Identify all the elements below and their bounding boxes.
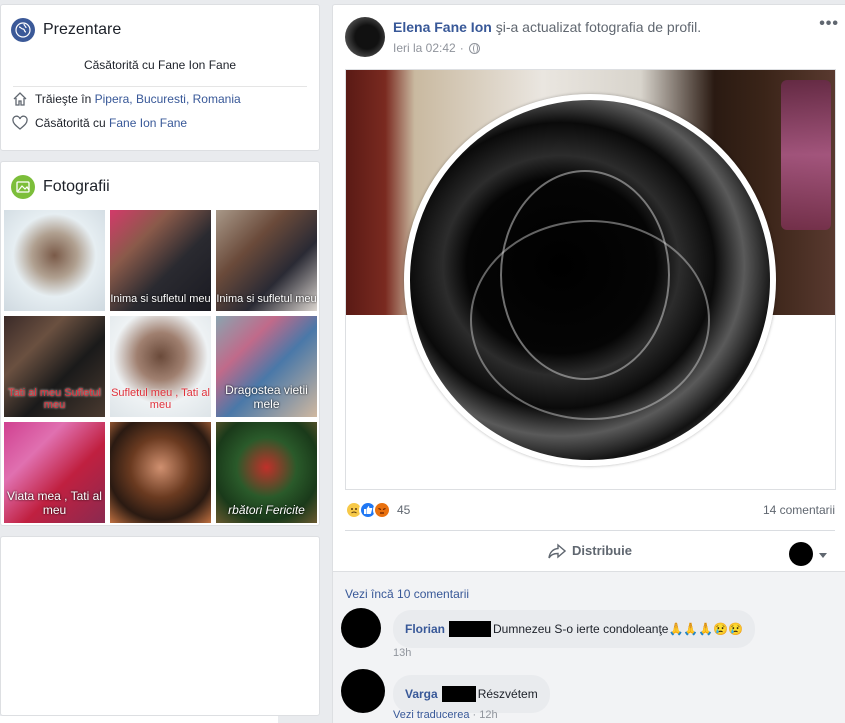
comment-time[interactable]: 12h [479, 709, 497, 721]
comments-section: Vezi încă 10 comentarii Florian Dumnezeu… [333, 571, 845, 723]
intro-header: Prezentare [1, 5, 319, 42]
photo-thumb[interactable] [4, 210, 105, 311]
cover-decoration [781, 80, 831, 230]
photos-card: Fotografii Inima si sufletul meu Inima s… [0, 161, 320, 526]
heart-icon [11, 114, 29, 132]
separator-dot: · [459, 41, 464, 55]
redacted-name [441, 686, 476, 702]
post-action-bar: Distribuie [345, 530, 835, 570]
photo-caption: Sufletul meu , Tati al meu [111, 387, 210, 411]
photo-caption: rbători Fericite [228, 503, 305, 517]
photo-thumb[interactable]: Inima si sufletul meu [216, 210, 317, 311]
post-card: Elena Fane Ion şi-a actualizat fotografi… [332, 4, 845, 723]
intro-lives-row: Trăieşte în Pipera, Bucuresti, Romania [1, 87, 319, 111]
commenter-avatar[interactable] [341, 608, 381, 648]
redacted-name [449, 621, 492, 637]
photo-caption: Inima si sufletul meu [110, 293, 211, 305]
photo-caption: Inima si sufletul meu [216, 293, 317, 305]
post-photo[interactable] [345, 69, 836, 490]
bottom-card-edge [0, 716, 278, 723]
reaction-count: 45 [397, 503, 411, 517]
comment-item: Varga Részvétem [341, 669, 550, 713]
lives-prefix: Trăieşte în [35, 92, 92, 106]
commenter-name-link[interactable]: Varga [405, 687, 438, 701]
profile-picture-circle [404, 94, 776, 466]
share-label: Distribuie [572, 543, 632, 558]
photo-thumb[interactable] [110, 422, 211, 523]
post-time-line: Ieri la 02:42 · [393, 41, 701, 55]
empty-card [0, 536, 320, 716]
reactions-summary[interactable]: 45 [345, 501, 410, 519]
photo-thumb[interactable]: Viata mea , Tati al meu [4, 422, 105, 523]
comments-count-link[interactable]: 14 comentarii [763, 503, 835, 517]
photo-caption: Tati al meu Sufletul meu [8, 387, 101, 411]
intro-married-row: Căsătorită cu Fane Ion Fane [1, 111, 319, 135]
public-globe-icon[interactable] [468, 42, 480, 54]
comment-bubble: Florian Dumnezeu S-o ierte condoleanţe🙏🙏… [393, 610, 756, 648]
comment-bubble: Varga Részvétem [393, 675, 550, 713]
photos-icon [11, 175, 35, 199]
see-translation-link[interactable]: Vezi traducerea [393, 709, 469, 721]
comment-text: Részvétem [477, 687, 538, 701]
post-timestamp[interactable]: Ieri la 02:42 [393, 41, 456, 55]
share-button[interactable]: Distribuie [548, 542, 632, 559]
married-name-link[interactable]: Fane Ion Fane [109, 116, 187, 130]
author-avatar[interactable] [345, 17, 385, 57]
post-action-text: şi-a actualizat fotografia de profil. [495, 19, 702, 35]
post-author-line: Elena Fane Ion şi-a actualizat fotografi… [393, 17, 701, 35]
commenter-name-link[interactable]: Florian [405, 622, 445, 636]
author-name-link[interactable]: Elena Fane Ion [393, 19, 492, 35]
photo-thumb[interactable]: rbători Fericite [216, 422, 317, 523]
comment-text: Dumnezeu S-o ierte condoleanţe🙏🙏🙏😢😢 [493, 622, 744, 636]
share-icon [548, 542, 567, 559]
photo-caption: Dragostea vietii mele [225, 383, 308, 411]
home-icon [11, 90, 29, 108]
married-prefix: Căsătorită cu [35, 116, 106, 130]
intro-title: Prezentare [43, 21, 122, 38]
view-more-comments-link[interactable]: Vezi încă 10 comentarii [345, 587, 469, 601]
rose-outline [470, 220, 710, 420]
chevron-down-icon[interactable] [819, 553, 827, 558]
comment-time[interactable]: 13h [393, 647, 411, 659]
photo-thumb[interactable]: Tati al meu Sufletul meu [4, 316, 105, 417]
photo-thumb[interactable]: Inima si sufletul meu [110, 210, 211, 311]
comment-meta: 13h [393, 647, 411, 659]
more-options-icon[interactable]: ••• [819, 15, 839, 33]
commenter-avatar[interactable] [341, 669, 385, 713]
photo-grid: Inima si sufletul meu Inima si sufletul … [4, 210, 318, 523]
comment-meta: Vezi traducerea · 12h [393, 709, 498, 721]
photo-thumb[interactable]: Sufletul meu , Tati al meu [110, 316, 211, 417]
lives-place-link[interactable]: Pipera, Bucuresti, Romania [95, 92, 241, 106]
intro-card: Prezentare Căsătorită cu Fane Ion Fane T… [0, 4, 320, 151]
post-header: Elena Fane Ion şi-a actualizat fotografi… [345, 17, 701, 57]
viewer-avatar[interactable] [789, 542, 813, 566]
photos-title: Fotografii [43, 178, 110, 195]
photo-caption: Viata mea , Tati al meu [7, 489, 102, 517]
intro-bio: Căsătorită cu Fane Ion Fane [83, 58, 237, 72]
photo-thumb[interactable]: Dragostea vietii mele [216, 316, 317, 417]
angry-reaction-icon [373, 501, 391, 519]
comment-item: Florian Dumnezeu S-o ierte condoleanţe🙏🙏… [341, 608, 756, 648]
globe-icon [11, 18, 35, 42]
photos-header: Fotografii [1, 162, 319, 199]
